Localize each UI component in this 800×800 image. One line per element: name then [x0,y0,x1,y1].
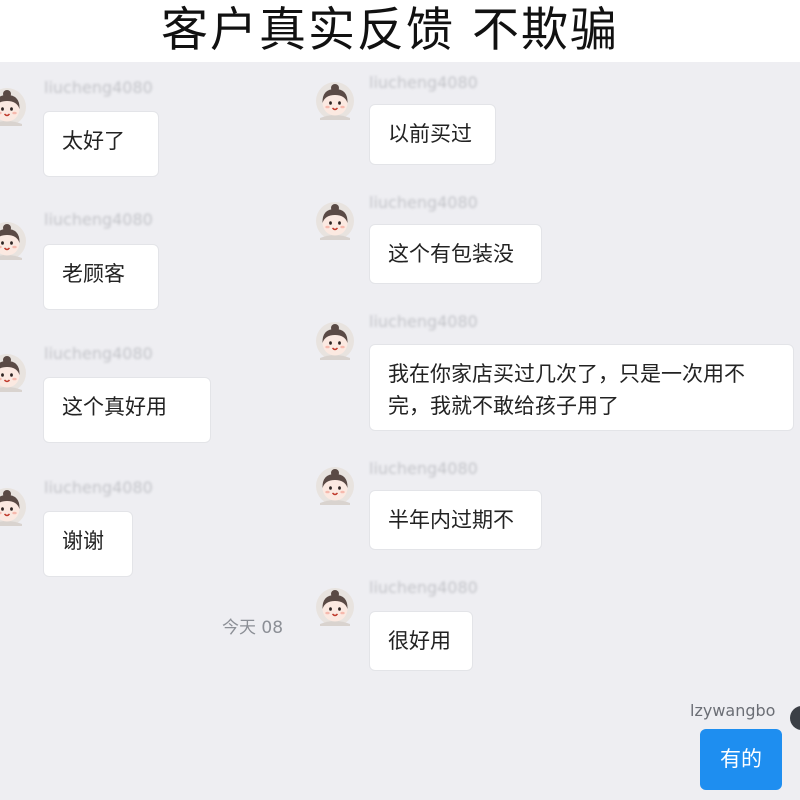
sender-name: liucheng4080 [369,73,478,92]
banner: 客户真实反馈 不欺骗 [0,0,800,62]
message-bubble[interactable]: 这个真好用 [43,377,211,443]
chat-screenshot-right [296,62,800,800]
message-bubble[interactable]: 很好用 [369,611,473,671]
message-bubble[interactable]: 太好了 [43,111,159,177]
own-avatar-icon[interactable] [790,706,800,730]
message-bubble[interactable]: 我在你家店买过几次了，只是一次用不完，我就不敢给孩子用了 [369,344,794,431]
sender-name: liucheng4080 [369,193,478,212]
sender-name: liucheng4080 [44,344,153,363]
avatar-icon[interactable] [316,588,354,626]
avatar-icon[interactable] [0,222,26,260]
message-bubble[interactable]: 半年内过期不 [369,490,542,550]
message-bubble[interactable]: 老顾客 [43,244,159,310]
avatar-icon[interactable] [316,202,354,240]
avatar-icon[interactable] [0,354,26,392]
sender-name: liucheng4080 [44,210,153,229]
message-bubble[interactable]: 这个有包装没 [369,224,542,284]
avatar-icon[interactable] [316,467,354,505]
own-sender-name: lzywangbo [690,701,776,720]
avatar-icon[interactable] [0,88,26,126]
sender-name: liucheng4080 [369,459,478,478]
message-bubble[interactable]: 以前买过 [369,104,496,165]
sender-name: liucheng4080 [369,312,478,331]
message-timestamp: 今天 08 [222,618,284,638]
own-message-bubble[interactable]: 有的 [700,729,782,790]
sender-name: liucheng4080 [44,78,153,97]
avatar-icon[interactable] [316,82,354,120]
message-bubble[interactable]: 谢谢 [43,511,133,577]
sender-name: liucheng4080 [369,578,478,597]
avatar-icon[interactable] [0,488,26,526]
avatar-icon[interactable] [316,322,354,360]
sender-name: liucheng4080 [44,478,153,497]
banner-title: 客户真实反馈 不欺骗 [161,3,619,58]
